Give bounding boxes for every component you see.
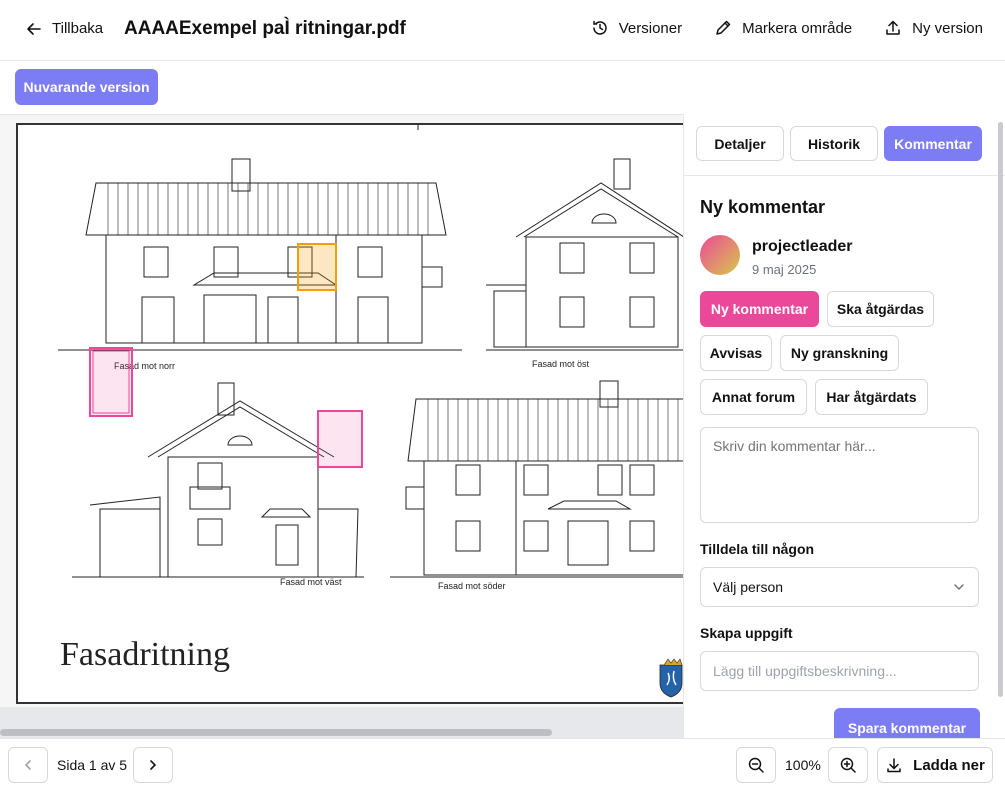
tab-history[interactable]: Historik — [790, 126, 878, 161]
bottom-bar: Sida 1 av 5 100% Ladda ner — [0, 738, 1005, 794]
assign-label: Tilldela till någon — [700, 541, 815, 557]
zoom-out-button[interactable] — [736, 747, 776, 783]
download-button[interactable]: Ladda ner — [877, 747, 993, 783]
markup-pink-2[interactable] — [317, 410, 363, 468]
task-input[interactable] — [700, 651, 979, 691]
zoom-out-icon — [747, 756, 765, 774]
house-east — [486, 158, 683, 351]
caption-south: Fasad mot söder — [438, 581, 506, 591]
prev-page-button[interactable] — [8, 747, 48, 783]
assign-select[interactable]: Välj person — [700, 567, 979, 607]
arrow-left-icon — [26, 21, 42, 37]
history-icon — [591, 19, 609, 37]
pencil-icon — [714, 19, 732, 37]
mark-area-button[interactable]: Markera område — [714, 19, 852, 37]
avatar — [700, 235, 740, 275]
download-icon — [885, 756, 903, 774]
download-label: Ladda ner — [913, 756, 985, 774]
top-bar: Tillbaka AAAAExempel paÌ ritningar.pdf V… — [0, 0, 1005, 61]
panel-tabs: Detaljer Historik Kommentar — [696, 126, 982, 161]
house-south — [390, 380, 683, 578]
markup-pink-1[interactable] — [89, 347, 133, 417]
next-page-button[interactable] — [133, 747, 173, 783]
chevron-down-icon — [952, 580, 966, 594]
chevron-right-icon — [146, 758, 160, 772]
assign-value: Välj person — [713, 579, 784, 595]
horizontal-scrollbar[interactable] — [0, 707, 683, 738]
drawing-title: Fasadritning — [60, 636, 230, 673]
zoom-in-button[interactable] — [828, 747, 868, 783]
comment-panel: Detaljer Historik Kommentar Ny kommentar… — [683, 114, 1005, 748]
versions-label: Versioner — [618, 19, 683, 37]
comment-textarea[interactable] — [700, 427, 979, 523]
back-button[interactable]: Tillbaka — [26, 20, 103, 37]
zoom-in-icon — [839, 756, 857, 774]
comment-date: 9 maj 2025 — [752, 262, 817, 277]
caption-east: Fasad mot öst — [532, 359, 590, 369]
task-label: Skapa uppgift — [700, 625, 793, 641]
user-name: projectleader — [752, 238, 853, 255]
drawing-sheet: Fasad mot norr Fasad mot öst Fasad mot v… — [16, 123, 683, 704]
document-title: AAAAExempel paÌ ritningar.pdf — [124, 18, 406, 39]
upload-icon — [884, 19, 902, 37]
current-version-button[interactable]: Nuvarande version — [15, 69, 158, 105]
scrollbar-thumb[interactable] — [0, 729, 552, 736]
facade-drawing: Fasad mot norr Fasad mot öst Fasad mot v… — [58, 125, 683, 698]
category-rejected[interactable]: Avvisas — [700, 335, 772, 371]
crest-logo — [659, 658, 683, 698]
category-fixed[interactable]: Har åtgärdats — [815, 379, 928, 415]
caption-west: Fasad mot väst — [280, 577, 342, 587]
category-other-forum[interactable]: Annat forum — [700, 379, 807, 415]
category-to-fix[interactable]: Ska åtgärdas — [827, 291, 934, 327]
back-label: Tillbaka — [52, 20, 104, 37]
panel-scrollbar-thumb[interactable] — [998, 122, 1003, 697]
new-version-button[interactable]: Ny version — [884, 19, 983, 37]
document-viewer[interactable]: Fasad mot norr Fasad mot öst Fasad mot v… — [0, 114, 683, 738]
category-new-review[interactable]: Ny granskning — [780, 335, 899, 371]
page-indicator: Sida 1 av 5 — [57, 757, 128, 773]
category-new-comment[interactable]: Ny kommentar — [700, 291, 819, 327]
tab-comment[interactable]: Kommentar — [884, 126, 982, 161]
markup-orange[interactable] — [297, 243, 337, 291]
tab-details[interactable]: Detaljer — [696, 126, 784, 161]
section-title: Ny kommentar — [700, 197, 826, 217]
new-version-label: Ny version — [912, 19, 983, 37]
panel-scrollbar[interactable] — [997, 114, 1005, 699]
house-north — [58, 158, 462, 351]
zoom-level: 100% — [785, 757, 821, 773]
versions-button[interactable]: Versioner — [591, 19, 682, 37]
chevron-left-icon — [21, 758, 35, 772]
mark-area-label: Markera område — [742, 19, 853, 37]
divider — [684, 175, 1005, 176]
